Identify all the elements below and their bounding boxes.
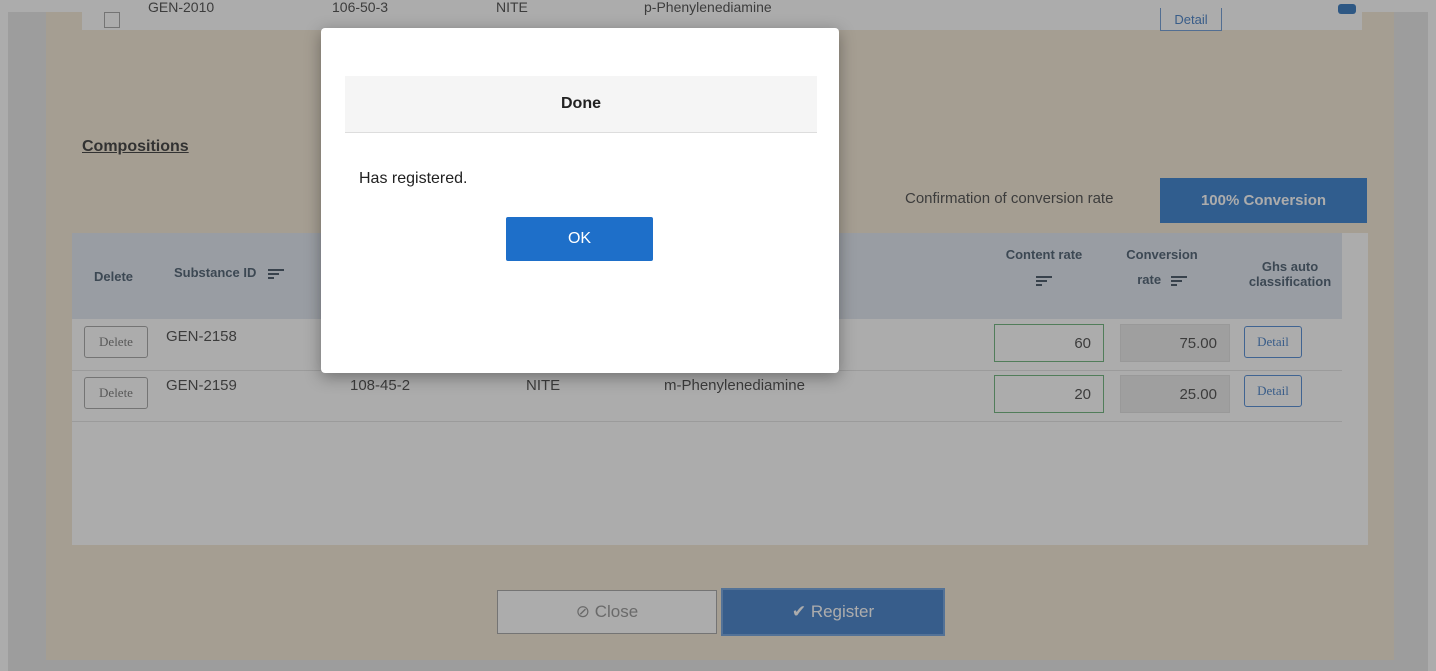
- done-dialog: Done Has registered. OK: [321, 28, 839, 373]
- dialog-message: Has registered.: [359, 170, 468, 187]
- ok-button[interactable]: OK: [506, 217, 653, 261]
- dialog-title: Done: [345, 76, 817, 133]
